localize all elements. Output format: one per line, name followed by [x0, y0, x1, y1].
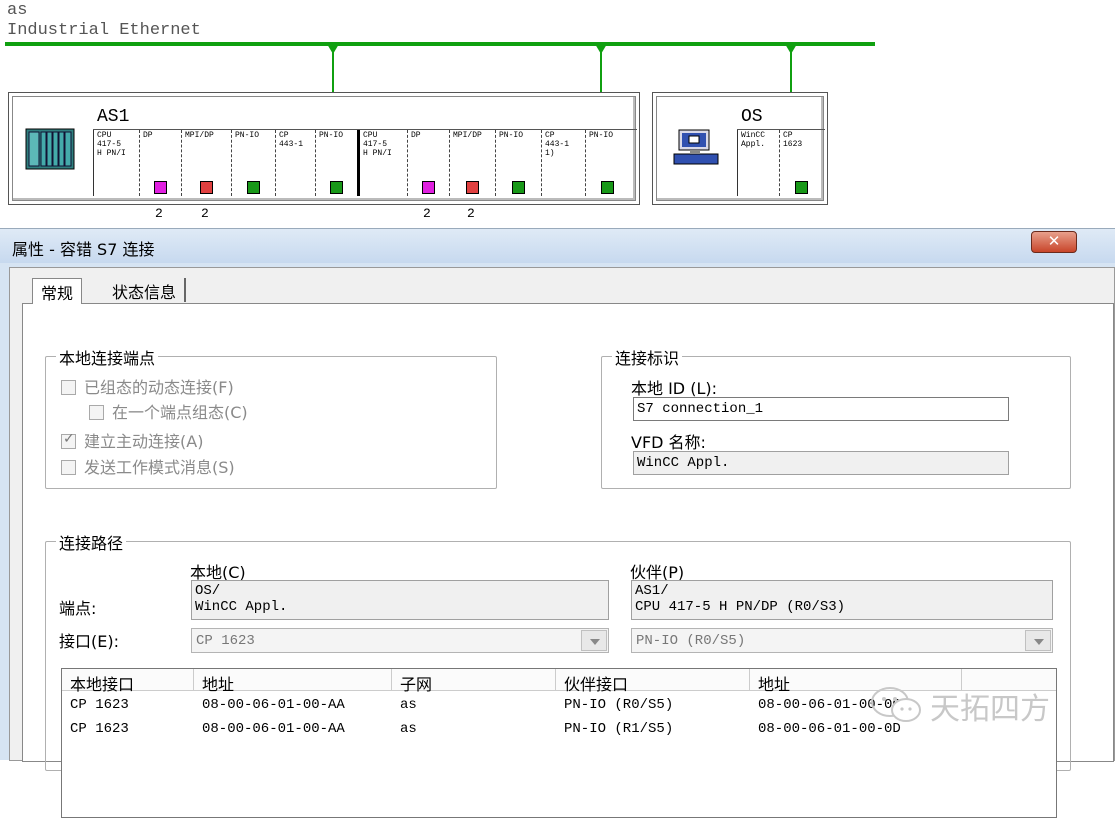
dialog-title: 属性 - 容错 S7 连接 — [12, 240, 155, 259]
watermark: 天拓四方 — [868, 680, 1098, 730]
chevron-down-icon[interactable] — [581, 630, 607, 651]
one-endpoint-option[interactable]: 在一个端点组态(C) — [89, 399, 248, 423]
connection-id-group: 连接标识 本地 ID (L): S7 connection_1 VFD 名称: … — [601, 345, 1071, 489]
module-label: CPU 417-5 H PN/I — [363, 131, 392, 158]
module-label: CP 443-1 1) — [545, 131, 570, 158]
column-header[interactable]: 本地接口 — [62, 669, 194, 694]
module-slot[interactable]: CP 443-1 1) — [541, 130, 585, 196]
module-slot[interactable]: MPI/DP — [181, 130, 231, 196]
module-slot[interactable]: MPI/DP — [449, 130, 495, 196]
table-cell: 08-00-06-01-00-AA — [202, 721, 345, 737]
module-slot[interactable]: PN-IO — [495, 130, 541, 196]
slot-number: 2 — [201, 206, 209, 221]
close-button[interactable]: ✕ — [1031, 231, 1077, 253]
tab-status-info[interactable]: 状态信息 — [104, 278, 187, 302]
dynamic-connection-option[interactable]: 已组态的动态连接(F) — [61, 374, 234, 398]
local-interface-select[interactable]: CP 1623 — [191, 628, 609, 653]
wechat-icon — [871, 687, 921, 722]
station-os[interactable]: OS WinCC Appl. CP 1623 — [652, 92, 828, 205]
module-label: PN-IO — [589, 131, 614, 140]
interface-port[interactable] — [200, 181, 213, 194]
rack-icon — [25, 128, 75, 170]
group-label: 本地连接端点 — [56, 345, 159, 369]
module-label: PN-IO — [319, 131, 344, 140]
module-slot[interactable]: PN-IO — [315, 130, 357, 196]
group-label: 连接标识 — [612, 345, 683, 369]
interface-port[interactable] — [247, 181, 260, 194]
local-endpoint-field[interactable]: OS/ WinCC Appl. — [191, 580, 609, 620]
tab-general[interactable]: 常规 — [32, 278, 83, 304]
module-slot[interactable]: WinCC Appl. — [737, 130, 779, 196]
module-slot[interactable]: PN-IO — [585, 130, 629, 196]
module-slot[interactable]: CP 443-1 — [275, 130, 315, 196]
pc-icon — [673, 129, 719, 165]
table-cell: CP 1623 — [70, 721, 129, 737]
checkbox[interactable] — [89, 405, 104, 420]
slot-number: 2 — [467, 206, 475, 221]
interface-port[interactable] — [330, 181, 343, 194]
close-icon: ✕ — [1047, 232, 1061, 250]
interface-label: 接口(E): — [59, 632, 119, 651]
subnet-drop-line — [332, 50, 334, 92]
checkbox[interactable] — [61, 460, 76, 475]
subnet-drop-line — [600, 50, 602, 92]
active-connection-option[interactable]: 建立主动连接(A) — [61, 428, 203, 452]
group-label: 连接路径 — [56, 530, 127, 554]
vfd-name-label: VFD 名称: — [631, 433, 706, 452]
interface-port[interactable] — [601, 181, 614, 194]
table-cell: as — [400, 697, 417, 713]
subnet-drop-line — [790, 50, 792, 92]
table-cell: PN-IO (R1/S5) — [564, 721, 674, 737]
interface-port[interactable] — [795, 181, 808, 194]
interface-port[interactable] — [466, 181, 479, 194]
ethernet-subnet-line[interactable] — [5, 42, 875, 46]
module-slot[interactable]: CPU 417-5 H PN/I — [93, 130, 139, 196]
partner-interface-select[interactable]: PN-IO (R0/S5) — [631, 628, 1053, 653]
table-cell: PN-IO (R0/S5) — [564, 697, 674, 713]
vfd-name-field[interactable]: WinCC Appl. — [633, 451, 1009, 475]
module-label: MPI/DP — [185, 131, 214, 140]
column-header[interactable]: 子网 — [392, 669, 556, 694]
module-label: CP 443-1 — [279, 131, 304, 149]
module-slot[interactable]: DP — [139, 130, 181, 196]
local-endpoint-group: 本地连接端点 已组态的动态连接(F) 在一个端点组态(C) 建立主动连接(A) … — [45, 345, 497, 489]
column-header[interactable]: 地址 — [194, 669, 392, 694]
partner-endpoint-field[interactable]: AS1/ CPU 417-5 H PN/DP (R0/S3) — [631, 580, 1053, 620]
slot-number: 2 — [155, 206, 163, 221]
module-slot[interactable]: CP 1623 — [779, 130, 823, 196]
module-label: DP — [143, 131, 153, 140]
module-slot[interactable]: CPU 417-5 H PN/I — [357, 130, 407, 196]
module-label: CP 1623 — [783, 131, 803, 149]
station-title: AS1 — [97, 107, 130, 127]
slot-number: 2 — [423, 206, 431, 221]
network-view: as Industrial Ethernet AS1 CPU 417-5 H P… — [0, 0, 1115, 222]
module-slot[interactable]: PN-IO — [231, 130, 275, 196]
table-cell: CP 1623 — [70, 697, 129, 713]
dialog-titlebar[interactable]: 属性 - 容错 S7 连接 ✕ — [0, 229, 1115, 263]
module-slot[interactable]: DP — [407, 130, 449, 196]
table-cell: 08-00-06-01-00-AA — [202, 697, 345, 713]
module-label: CPU 417-5 H PN/I — [97, 131, 126, 158]
checkbox-checked[interactable] — [61, 431, 76, 449]
module-label: MPI/DP — [453, 131, 482, 140]
table-cell: as — [400, 721, 417, 737]
interface-port[interactable] — [422, 181, 435, 194]
column-header[interactable]: 伙伴接口 — [556, 669, 750, 694]
station-as1[interactable]: AS1 CPU 417-5 H PN/I DP MPI/DP PN-IO CP 443-… — [8, 92, 640, 205]
interface-port[interactable] — [154, 181, 167, 194]
interface-port[interactable] — [512, 181, 525, 194]
module-label: WinCC Appl. — [741, 131, 766, 149]
station-title: OS — [741, 107, 763, 127]
module-label: DP — [411, 131, 421, 140]
chevron-down-icon[interactable] — [1025, 630, 1051, 651]
subnet-name: as — [7, 1, 28, 20]
module-label: PN-IO — [235, 131, 260, 140]
module-label: PN-IO — [499, 131, 524, 140]
endpoint-label: 端点: — [59, 599, 97, 618]
local-id-label: 本地 ID (L): — [631, 379, 718, 398]
subnet-type: Industrial Ethernet — [7, 21, 201, 40]
local-id-input[interactable]: S7 connection_1 — [633, 397, 1009, 421]
checkbox[interactable] — [61, 380, 76, 395]
operating-mode-message-option[interactable]: 发送工作模式消息(S) — [61, 454, 235, 478]
